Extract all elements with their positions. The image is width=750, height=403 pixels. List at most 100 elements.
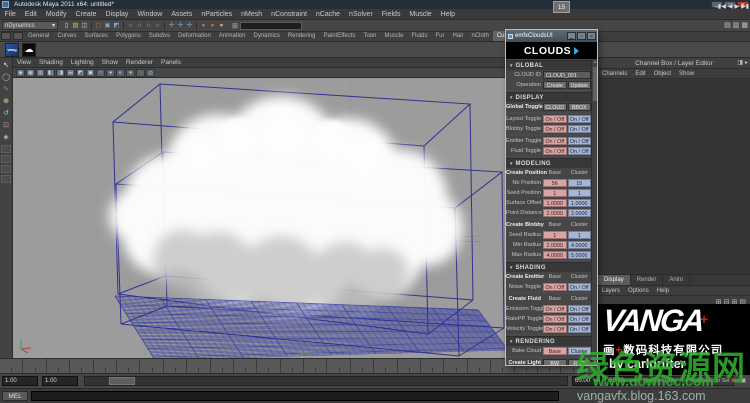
toggle-tool-settings-icon[interactable]: ▥: [733, 21, 740, 29]
noise-toggle-on-off-field[interactable]: On / Off: [543, 283, 567, 291]
shelf-tab-fluids[interactable]: Fluids: [407, 31, 431, 41]
gate-mask-icon[interactable]: ◨: [56, 69, 65, 77]
new-scene-icon[interactable]: ▯: [62, 21, 71, 31]
toggle-channel-box-icon[interactable]: ▦: [741, 21, 748, 29]
menu-set-dropdown[interactable]: nDynamics ▾: [2, 21, 58, 30]
shelf-item-emfx[interactable]: vang: [5, 43, 19, 57]
layer-menu-options[interactable]: Options: [624, 288, 653, 294]
layout-toggle-on-off-field[interactable]: On / Off: [568, 115, 592, 123]
layer-menu-help[interactable]: Help: [653, 288, 673, 294]
timeline-tick[interactable]: [94, 359, 117, 373]
snap-plane-icon[interactable]: ∩: [153, 21, 162, 31]
shelf-tab-fur[interactable]: Fur: [431, 31, 448, 41]
seed-radius-1-field[interactable]: 1: [568, 231, 592, 239]
shelf-tab-curves[interactable]: Curves: [53, 31, 80, 41]
safe-title-icon[interactable]: ▣: [86, 69, 95, 77]
timeline-tick[interactable]: [327, 359, 350, 373]
menu-help[interactable]: Help: [436, 11, 459, 18]
section-header-global[interactable]: ▼GLOBAL: [506, 60, 591, 70]
timeline-tick[interactable]: [187, 359, 210, 373]
viewport-menu-renderer[interactable]: Renderer: [122, 59, 157, 66]
shelf-tab-arrow-button[interactable]: [1, 32, 11, 40]
fluid-toggle-on-off-field[interactable]: On / Off: [543, 147, 567, 155]
shelf-tab-toon[interactable]: Toon: [359, 31, 380, 41]
textured-mode-icon[interactable]: ◐: [116, 69, 125, 77]
menu-nparticles[interactable]: nParticles: [197, 11, 237, 18]
shaded-mode-icon[interactable]: ●: [106, 69, 115, 77]
construction-history-icon[interactable]: ✛: [185, 21, 194, 31]
timeline-tick[interactable]: [0, 359, 23, 373]
menu-nsolver[interactable]: nSolver: [345, 11, 378, 18]
shelf-tab-deformation[interactable]: Deformation: [174, 31, 215, 41]
seed-radius-1-field[interactable]: 1: [543, 231, 567, 239]
universal-manipulator-icon[interactable]: ◈: [1, 132, 12, 143]
viewport-menu-panels[interactable]: Panels: [157, 59, 185, 66]
open-scene-icon[interactable]: ▨: [71, 21, 80, 31]
timeline-tick[interactable]: [70, 359, 93, 373]
step-back-icon[interactable]: ◀: [728, 2, 733, 12]
output-connections-icon[interactable]: ✛: [176, 21, 185, 31]
go-to-end-icon[interactable]: ▶▮: [741, 2, 749, 12]
snap-grid-icon[interactable]: ∩: [126, 21, 135, 31]
menu-nmesh[interactable]: nMesh: [237, 11, 267, 18]
menu-modify[interactable]: Modify: [41, 11, 71, 18]
surface-offset-1-0000-field[interactable]: 1.0000: [568, 199, 592, 207]
shelf-item-cloud[interactable]: ☁: [22, 43, 36, 57]
emission-toggle-on-off-field[interactable]: On / Off: [568, 305, 592, 313]
min-radius-2-0000-field[interactable]: 2.0000: [543, 241, 567, 249]
channel-box-menu-show[interactable]: Show: [675, 71, 698, 77]
global-toggle-cloud-button[interactable]: CLOUD: [543, 103, 567, 111]
operation-update-button[interactable]: Update: [568, 81, 592, 89]
point-distance-2-0000-field[interactable]: 2.0000: [568, 209, 592, 217]
render-settings-icon[interactable]: ●: [217, 21, 226, 31]
quick-select-icon[interactable]: ⊞: [232, 22, 238, 30]
viewport-menu-view[interactable]: View: [13, 59, 35, 66]
timeline-tick[interactable]: [398, 359, 421, 373]
timeline-tick[interactable]: [23, 359, 46, 373]
velocity-toggle-on-off-field[interactable]: On / Off: [568, 325, 592, 333]
safe-action-icon[interactable]: ◩: [76, 69, 85, 77]
timeline-tick[interactable]: [117, 359, 140, 373]
cloud-id-cloud-001-field[interactable]: CLOUD_001: [543, 71, 591, 79]
scroll-up-icon[interactable]: ▲: [592, 59, 598, 65]
range-slider-thumb[interactable]: [109, 377, 135, 385]
command-input[interactable]: [31, 391, 559, 401]
shadows-icon[interactable]: ◑: [136, 69, 145, 77]
shelf-tab-ncloth[interactable]: nCloth: [468, 31, 493, 41]
seed-position-1-field[interactable]: 1: [568, 189, 592, 197]
xray-mode-icon[interactable]: ◇: [146, 69, 155, 77]
wireframe-mode-icon[interactable]: ○: [96, 69, 105, 77]
shelf-tab-muscle[interactable]: Muscle: [380, 31, 407, 41]
shelf-menu-button[interactable]: [13, 32, 23, 40]
blobby-toggle-on-off-field[interactable]: On / Off: [568, 125, 592, 133]
section-header-modeling[interactable]: ▼MODELING: [506, 158, 591, 168]
menu-ncache[interactable]: nCache: [311, 11, 344, 18]
menu-muscle[interactable]: Muscle: [405, 11, 436, 18]
shelf-tab-subdivs[interactable]: Subdivs: [145, 31, 174, 41]
noise-toggle-on-off-field[interactable]: On / Off: [568, 283, 592, 291]
layout-toggle-on-off-field[interactable]: On / Off: [543, 115, 567, 123]
select-component-icon[interactable]: ◩: [112, 21, 121, 31]
shelf-tab-animation[interactable]: Animation: [215, 31, 250, 41]
viewport-menu-lighting[interactable]: Lighting: [67, 59, 98, 66]
camera-attributes-icon[interactable]: ◉: [16, 69, 25, 77]
section-header-display[interactable]: ▼DISPLAY: [506, 92, 591, 102]
menu-display[interactable]: Display: [101, 11, 133, 18]
panel-maximize-button[interactable]: □: [577, 32, 586, 40]
go-to-start-icon[interactable]: ▮◀: [718, 2, 726, 12]
create-light-bw-button[interactable]: BW: [543, 359, 567, 365]
emitter-toggle-on-off-field[interactable]: On / Off: [543, 137, 567, 145]
timeline-tick[interactable]: [257, 359, 280, 373]
clouds-window-titlebar[interactable]: emfxCloudsUI ▁ □ ✕: [506, 30, 597, 42]
range-slider[interactable]: [84, 376, 568, 386]
play-forward-icon[interactable]: ▶: [734, 2, 739, 12]
surface-offset-1-0000-field[interactable]: 1.0000: [543, 199, 567, 207]
timeline-tick[interactable]: [211, 359, 234, 373]
bake-cloud-base-field[interactable]: Base: [543, 347, 567, 355]
shelf-tab-surfaces[interactable]: Surfaces: [80, 31, 112, 41]
command-language-toggle[interactable]: MEL: [2, 391, 28, 401]
timeline-tick[interactable]: [304, 359, 327, 373]
timeline-tick[interactable]: [468, 359, 491, 373]
layout-preset-button[interactable]: [1, 155, 11, 163]
scale-tool-icon[interactable]: ⊡: [1, 120, 12, 131]
